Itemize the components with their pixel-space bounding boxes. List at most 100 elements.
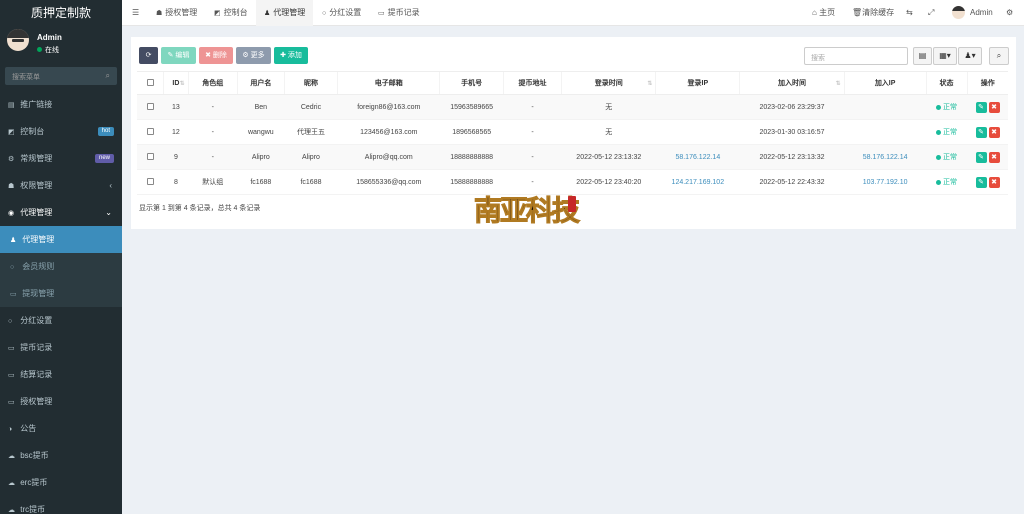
table-row[interactable]: 12 - wangwu 代理王五 123456@163.com 18965685… [137,119,1008,145]
row-edit-button[interactable]: ✎ [975,151,987,163]
refresh-button[interactable]: ⟳ [139,47,158,64]
group-icon: ☗ [8,183,15,190]
cell-login-ip[interactable] [655,119,740,145]
cell-nickname: 代理王五 [284,119,338,145]
row-delete-button[interactable]: ✖ [988,176,1000,188]
sidebar-item-dividend[interactable]: ○ 分红设置 [0,307,122,334]
sidebar-item-member-rules[interactable]: ○ 会员规则 [0,253,122,280]
row-delete-button[interactable]: ✖ [988,126,1000,138]
edit-button[interactable]: ✎ 编辑 [161,47,196,64]
cell-group: 默认组 [188,169,238,195]
col-email: 电子邮箱 [337,71,440,95]
table-row[interactable]: 13 - Ben Cedric foreign86@163.com 159635… [137,94,1008,120]
status-dot-icon [936,129,942,135]
sidebar-item-notice[interactable]: ◑ 公告 [0,415,122,442]
cell-join-time: 2023-02-06 23:29:37 [739,94,845,120]
app-title[interactable]: 质押定制款 [0,0,122,26]
delete-button[interactable]: ✖ 删除 [199,47,233,64]
sidebar-item-promo-link[interactable]: ▤ 推广链接 [0,91,122,118]
table-row[interactable]: 9 - Alipro Alipro Alipro@qq.com 18888888… [137,144,1008,170]
row-checkbox[interactable] [146,153,154,161]
clear-cache-button[interactable]: 🗑清除缓存 [852,0,894,26]
col-join-time[interactable]: 加入时间 ⇅ [739,71,845,95]
export-icon[interactable]: ▤ [913,47,932,65]
cell-group: - [188,119,238,145]
sidebar-item-general[interactable]: ⚙ 常规管理 new [0,145,122,172]
col-login-time[interactable]: 登录时间 ⇅ [561,71,656,95]
col-phone: 手机号 [439,71,504,95]
trash-icon: ✖ [205,52,211,59]
tab-authorization[interactable]: ☗ 授权管理 [148,0,205,26]
search-icon[interactable]: ⌕ [106,71,110,81]
cell-login-ip[interactable]: 58.176.122.14 [655,144,740,170]
sidebar-item-agent-group[interactable]: ◉ 代理管理 ⌄ [0,199,122,226]
home-link[interactable]: ⌂ 主页 [812,0,835,26]
dashboard-icon: ◩ [214,10,221,17]
menu-toggle-icon[interactable]: ☰ [124,0,147,26]
sidebar-item-permission[interactable]: ☗ 权限管理 ‹ [0,172,122,199]
sort-icon: ⇅ [835,81,841,87]
user-name: Admin [37,33,62,42]
add-button[interactable]: ✚ 添加 [274,47,308,64]
seal-stamp-icon [568,196,576,212]
list-icon: ▤ [8,102,15,109]
search-icon[interactable]: ⌕ [989,47,1009,65]
cell-address: - [503,94,562,120]
sidebar-item-bsc[interactable]: ☁ bsc提币 [0,442,122,469]
table-search-input[interactable]: 搜索 [804,47,908,65]
tab-agent[interactable]: ♟ 代理管理 [256,0,314,26]
cell-login-ip[interactable] [655,94,740,120]
cell-join-ip[interactable] [844,94,927,120]
cell-login-ip[interactable]: 124.217.169.102 [655,169,740,195]
fullscreen-icon[interactable]: ⤢ [928,0,934,26]
cloud-icon: ☁ [8,453,15,460]
row-checkbox[interactable] [146,178,154,186]
cell-join-ip[interactable]: 103.77.192.10 [844,169,927,195]
sidebar-item-erc[interactable]: ☁ erc提币 [0,469,122,496]
cell-email: foreign86@163.com [337,94,440,120]
select-all-checkbox[interactable] [137,71,164,95]
multiplex-icon[interactable]: ⇆ [906,0,913,26]
row-checkbox[interactable] [146,128,154,136]
sidebar: 质押定制款 Admin 在线 搜索菜单 ⌕ ▤ 推广链接 ◩ 控制台 hot ⚙ … [0,0,122,514]
sidebar-item-agent[interactable]: ♟ 代理管理 [0,226,122,253]
col-id[interactable]: ID ⇅ [163,71,189,95]
top-admin-name[interactable]: Admin [970,0,993,26]
row-delete-button[interactable]: ✖ [988,151,1000,163]
top-avatar[interactable] [952,6,965,19]
sidebar-search-input[interactable]: 搜索菜单 ⌕ [5,67,117,85]
row-delete-button[interactable]: ✖ [988,101,1000,113]
tab-coin-record[interactable]: ▭ 提币记录 [370,0,428,26]
status-dot-icon [936,104,942,110]
more-button[interactable]: ⚙ 更多 [236,47,271,64]
cell-join-time: 2022-05-12 22:43:32 [739,169,845,195]
cell-phone: 18888888888 [439,144,504,170]
cell-join-ip[interactable] [844,119,927,145]
user-panel: Admin 在线 [0,26,122,64]
sidebar-item-authorization[interactable]: ▭ 授权管理 [0,388,122,415]
user-circle-icon: ◉ [8,210,15,217]
sidebar-item-trc[interactable]: ☁ trc提币 [0,496,122,514]
user-export-icon[interactable]: ♟▾ [958,47,982,65]
col-group: 角色组 [187,71,238,95]
cell-join-ip[interactable]: 58.176.122.14 [844,144,927,170]
col-status: 状态 [925,71,967,95]
sidebar-item-coin-record[interactable]: ▭ 提币记录 [0,334,122,361]
sidebar-item-withdraw[interactable]: ▭ 提现管理 [0,280,122,307]
cell-login-time: 无 [561,94,656,120]
row-checkbox[interactable] [146,103,154,111]
row-edit-button[interactable]: ✎ [975,126,987,138]
tab-dashboard[interactable]: ◩ 控制台 [206,0,256,26]
cell-join-time: 2022-05-12 23:13:32 [739,144,845,170]
sidebar-item-settlement[interactable]: ▭ 结算记录 [0,361,122,388]
columns-icon[interactable]: ▦▾ [933,47,957,65]
settings-icon[interactable]: ⚙ [1006,0,1013,26]
status-dot-icon [936,154,942,160]
cell-actions: ✎ ✖ [967,169,1008,195]
tab-dividend[interactable]: ○ 分红设置 [314,0,369,26]
row-edit-button[interactable]: ✎ [975,176,987,188]
sidebar-item-dashboard[interactable]: ◩ 控制台 hot [0,118,122,145]
col-actions: 操作 [966,71,1008,95]
circle-icon: ○ [10,264,15,271]
row-edit-button[interactable]: ✎ [975,101,987,113]
